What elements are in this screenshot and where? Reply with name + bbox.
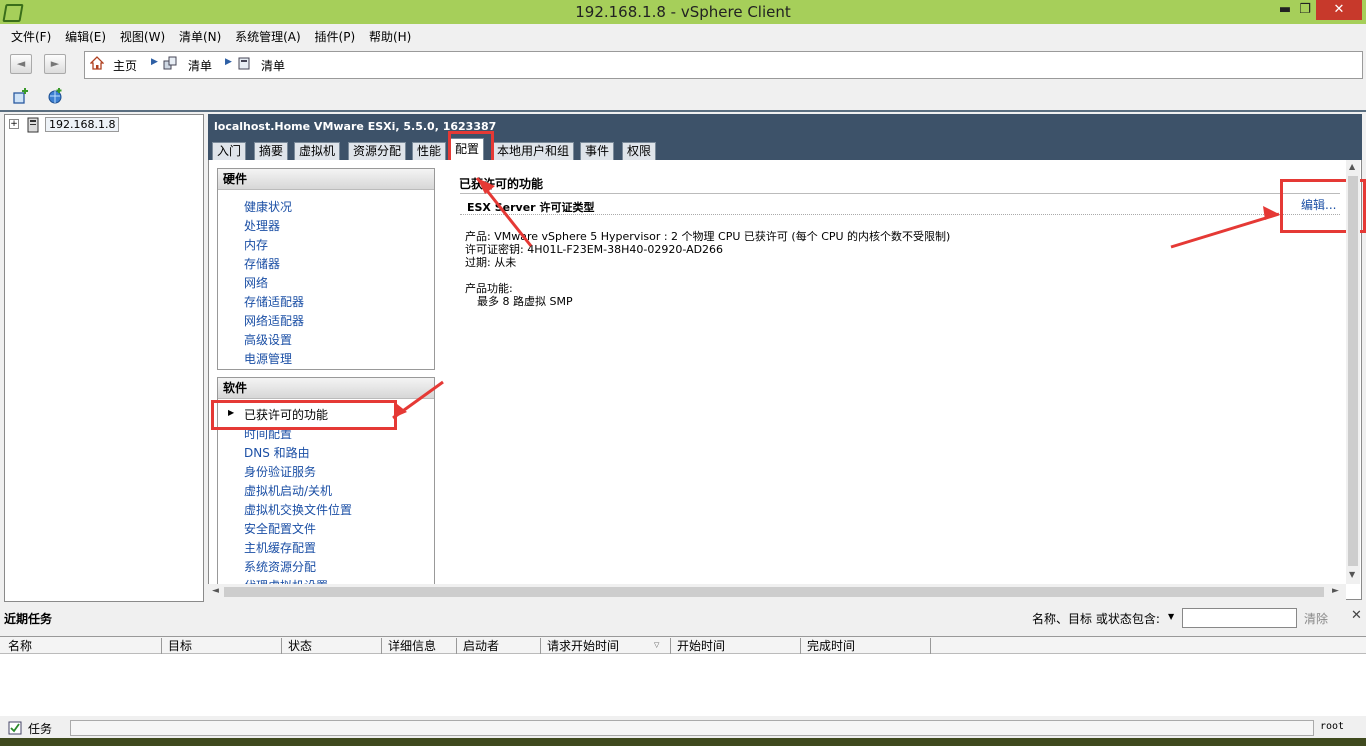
window-title: 192.168.1.8 - vSphere Client (575, 3, 791, 21)
scroll-up-icon[interactable]: ▲ (1349, 162, 1355, 171)
tab-getting-started[interactable]: 入门 (212, 142, 247, 161)
horizontal-scroll-thumb[interactable] (224, 587, 1324, 597)
horizontal-scrollbar[interactable]: ◄ ► (208, 584, 1346, 600)
scroll-down-icon[interactable]: ▼ (1349, 570, 1355, 579)
filter-dropdown-icon[interactable]: ▼ (1168, 612, 1174, 621)
status-message-area (70, 720, 1314, 736)
toolbar (0, 82, 1366, 110)
column-name[interactable]: 名称 (2, 638, 162, 654)
tab-virtual-machines[interactable]: 虚拟机 (294, 142, 341, 161)
tasks-close-button[interactable]: ✕ (1351, 608, 1362, 623)
inventory-tree: + 192.168.1.8 (4, 114, 204, 602)
os-taskbar (0, 738, 1366, 746)
breadcrumb-arrow-icon: ▶ (225, 57, 232, 67)
tab-permissions[interactable]: 权限 (622, 142, 657, 161)
breadcrumb-arrow-icon: ▶ (151, 57, 158, 67)
recent-tasks-title: 近期任务 (4, 612, 53, 626)
vertical-scrollbar[interactable]: ▲ ▼ (1346, 160, 1360, 584)
close-button[interactable]: ✕ (1316, 0, 1362, 20)
tasks-filter-label[interactable]: 名称、目标 或状态包含: (1032, 610, 1160, 627)
new-vm-icon[interactable] (12, 87, 30, 105)
inventory-icon (163, 56, 177, 70)
toolbar-separator (0, 110, 1366, 112)
column-status[interactable]: 状态 (282, 638, 382, 654)
tasks-icon (8, 721, 22, 735)
breadcrumb-inventory-2[interactable]: 清单 (261, 57, 285, 74)
tab-resource-allocation[interactable]: 资源分配 (348, 142, 407, 161)
column-details[interactable]: 详细信息 (382, 638, 457, 654)
breadcrumb-inventory[interactable]: 清单 (188, 57, 212, 74)
column-completed-time[interactable]: 完成时间 (801, 638, 931, 654)
breadcrumb-home[interactable]: 主页 (113, 57, 137, 74)
tab-summary[interactable]: 摘要 (254, 142, 289, 161)
address-bar: 主页 ▶ 清单 ▶ 清单 (84, 51, 1363, 79)
title-bar: 192.168.1.8 - vSphere Client ▬ ❐ ✕ (0, 0, 1366, 24)
host-header: localhost.Home VMware ESXi, 5.5.0, 16233… (208, 114, 1362, 161)
tasks-clear-button[interactable]: 清除 (1304, 610, 1328, 627)
tab-performance[interactable]: 性能 (412, 142, 447, 161)
server-icon (27, 117, 39, 133)
column-requested-start-time[interactable]: 请求开始时间 (541, 638, 671, 654)
column-target[interactable]: 目标 (162, 638, 282, 654)
scroll-right-icon[interactable]: ► (1332, 586, 1339, 596)
tab-events[interactable]: 事件 (580, 142, 615, 161)
navigation-bar: ◄ ► 主页 ▶ 清单 ▶ 清单 (0, 46, 1366, 80)
column-initiated-by[interactable]: 启动者 (457, 638, 541, 654)
column-start-time[interactable]: 开始时间 (671, 638, 801, 654)
tasks-status-button[interactable]: 任务 (28, 720, 52, 737)
back-button[interactable]: ◄ (10, 54, 32, 74)
home-icon (90, 56, 104, 70)
tree-expander[interactable]: + (9, 119, 19, 129)
add-host-icon[interactable] (46, 87, 64, 105)
configuration-content: 硬件 健康状况 处理器 内存 存储器 网络 存储适配器 网络适配器 高级设置 电… (208, 160, 1366, 600)
tab-local-users-groups[interactable]: 本地用户和组 (492, 142, 575, 161)
annotation-arrows (392, 177, 1280, 420)
forward-button[interactable]: ► (44, 54, 66, 74)
sort-desc-icon: ▽ (654, 641, 660, 649)
current-user: root (1320, 721, 1345, 732)
recent-tasks-pane: 近期任务 名称、目标 或状态包含: ▼ 清除 ✕ 名称 目标 状态 详细信息 启… (0, 604, 1366, 716)
vertical-scroll-thumb[interactable] (1348, 176, 1358, 566)
status-bar: 任务 root (0, 718, 1366, 738)
host-inventory-icon (238, 57, 250, 70)
tree-host-192-168-1-8[interactable]: 192.168.1.8 (45, 117, 120, 132)
scroll-left-icon[interactable]: ◄ (212, 586, 219, 596)
menu-bar: 文件(F) 编辑(E) 视图(W) 清单(N) 系统管理(A) 插件(P) 帮助… (0, 24, 1366, 46)
tasks-filter-input[interactable] (1182, 608, 1297, 628)
